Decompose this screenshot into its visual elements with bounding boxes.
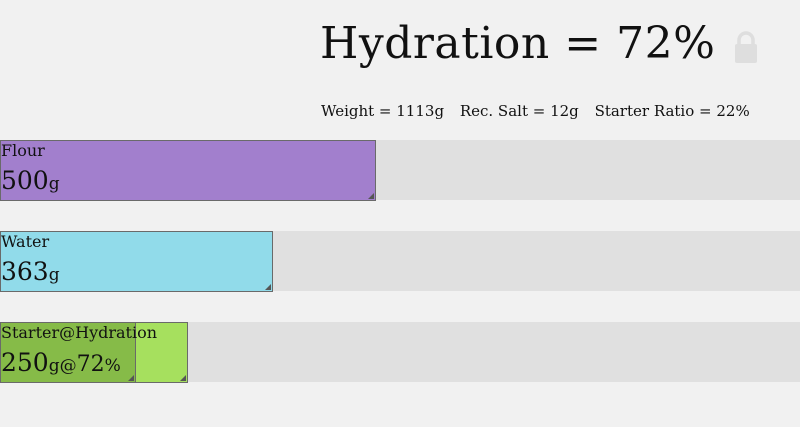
starter-hydration-value: 72: [76, 352, 105, 377]
salt-stat: Rec. Salt = 12g: [459, 102, 579, 120]
starter-amount-value: 250: [1, 348, 49, 377]
starter-track[interactable]: Starter@Hydration 250g@72%: [0, 322, 800, 383]
stats-line: Weight = 1113g Rec. Salt = 12g Starter R…: [321, 102, 761, 120]
resize-grip-icon[interactable]: [128, 375, 134, 381]
resize-grip-icon[interactable]: [265, 284, 271, 290]
water-label: Water: [1, 232, 50, 251]
flour-unit: g: [48, 174, 60, 194]
starter-label: Starter@Hydration: [1, 323, 158, 342]
title-row: Hydration = 72%: [320, 14, 759, 74]
starter-at-sign: @: [59, 356, 77, 376]
lock-icon[interactable]: [733, 30, 759, 64]
page-title: Hydration = 72%: [320, 18, 716, 69]
starter-unit: g: [48, 356, 60, 376]
resize-grip-icon[interactable]: [180, 375, 186, 381]
weight-stat: Weight = 1113g: [321, 102, 445, 120]
starter-percent-sign: %: [104, 356, 121, 376]
water-track[interactable]: Water 363g: [0, 231, 800, 292]
water-amount: 363g: [1, 257, 60, 290]
flour-amount-value: 500: [1, 166, 49, 195]
water-amount-value: 363: [1, 257, 49, 286]
starter-ratio-stat: Starter Ratio = 22%: [594, 102, 750, 120]
resize-grip-icon[interactable]: [368, 193, 374, 199]
starter-amount: 250g@72%: [1, 348, 121, 381]
water-unit: g: [48, 265, 60, 285]
flour-label: Flour: [1, 141, 45, 160]
flour-track[interactable]: Flour 500g: [0, 140, 800, 201]
flour-amount: 500g: [1, 166, 60, 199]
